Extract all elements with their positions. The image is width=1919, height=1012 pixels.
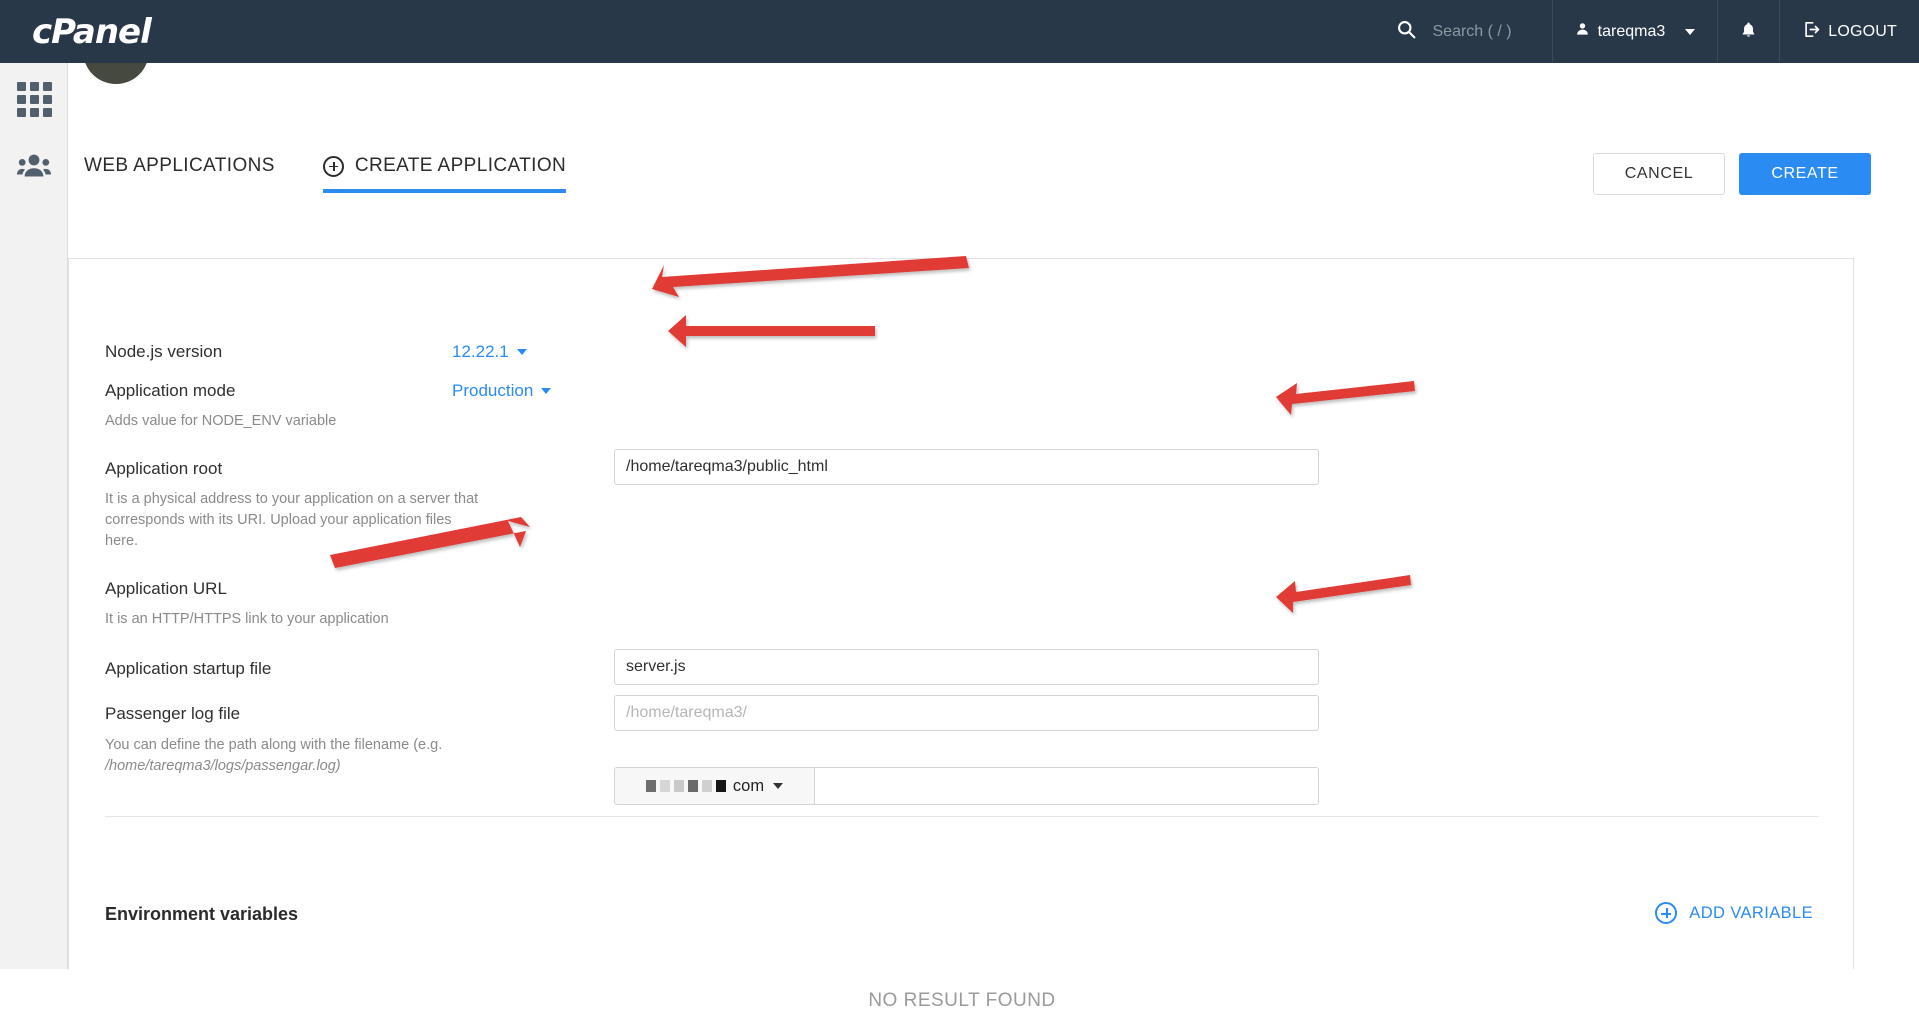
application-url-group: com xyxy=(614,767,1319,805)
no-result-message: NO RESULT FOUND xyxy=(69,990,1855,1012)
sidebar-item-apps[interactable] xyxy=(0,69,68,129)
tab-create-application-label: CREATE APPLICATION xyxy=(355,155,566,177)
user-icon xyxy=(1575,21,1590,42)
bell-icon xyxy=(1740,20,1757,44)
main-content: WEB APPLICATIONS CREATE APPLICATION CANC… xyxy=(68,63,1919,969)
create-application-card: Node.js version 12.22.1 Application mode… xyxy=(68,258,1854,969)
application-url-hint: It is an HTTP/HTTPS link to your applica… xyxy=(105,609,525,630)
logout-button[interactable]: LOGOUT xyxy=(1779,0,1919,63)
application-mode-label: Application mode xyxy=(105,381,235,401)
logout-icon xyxy=(1802,20,1821,44)
grid-apps-icon xyxy=(17,82,52,117)
passenger-log-hint-plain: You can define the path along with the f… xyxy=(105,737,442,753)
application-url-tld: com xyxy=(733,777,764,796)
sidebar-item-users[interactable] xyxy=(0,137,68,197)
left-icon-rail xyxy=(0,63,68,969)
create-button[interactable]: CREATE xyxy=(1739,153,1871,195)
passenger-log-hint-example: /home/tareqma3/logs/passengar.log) xyxy=(105,758,341,774)
application-root-input[interactable] xyxy=(614,449,1319,485)
cancel-button[interactable]: CANCEL xyxy=(1593,153,1725,195)
header-search[interactable]: Search ( / ) xyxy=(1378,0,1552,63)
application-mode-hint: Adds value for NODE_ENV variable xyxy=(105,411,525,432)
redacted-domain-blocks xyxy=(646,780,726,792)
search-icon xyxy=(1396,19,1417,45)
add-variable-button[interactable]: ADD VARIABLE xyxy=(1655,902,1813,924)
passenger-log-input[interactable] xyxy=(614,695,1319,731)
search-placeholder-text: Search ( / ) xyxy=(1433,23,1512,41)
tab-web-applications[interactable]: WEB APPLICATIONS xyxy=(84,155,275,193)
plus-circle-icon xyxy=(1655,902,1677,924)
tab-create-application[interactable]: CREATE APPLICATION xyxy=(323,155,566,193)
application-mode-dropdown[interactable]: Production xyxy=(452,381,551,401)
environment-variables-title: Environment variables xyxy=(105,904,298,925)
cpanel-logo[interactable]: cPanel xyxy=(32,12,151,52)
chevron-down-icon xyxy=(1685,29,1695,35)
application-url-label: Application URL xyxy=(105,579,227,599)
plus-circle-icon xyxy=(323,156,344,177)
section-divider xyxy=(105,816,1819,817)
startup-file-input[interactable] xyxy=(614,649,1319,685)
startup-file-label: Application startup file xyxy=(105,659,271,679)
tab-action-buttons: CANCEL CREATE xyxy=(1593,153,1871,195)
chevron-down-icon xyxy=(541,388,551,394)
node-version-label: Node.js version xyxy=(105,342,222,362)
header-right-group: Search ( / ) tareqma3 xyxy=(1378,0,1919,63)
top-header-bar: cPanel Search ( / ) tareqma3 xyxy=(0,0,1919,63)
passenger-log-label: Passenger log file xyxy=(105,704,240,724)
application-root-label: Application root xyxy=(105,459,222,479)
passenger-log-hint: You can define the path along with the f… xyxy=(105,735,525,777)
chevron-down-icon xyxy=(773,783,783,789)
users-icon xyxy=(17,152,51,183)
active-tab-underline xyxy=(323,189,566,193)
tab-bar: WEB APPLICATIONS CREATE APPLICATION CANC… xyxy=(68,138,1919,210)
notifications-button[interactable] xyxy=(1717,0,1779,63)
application-root-hint: It is a physical address to your applica… xyxy=(105,489,485,552)
node-version-value: 12.22.1 xyxy=(452,342,509,362)
tab-web-applications-label: WEB APPLICATIONS xyxy=(84,155,275,177)
logout-label: LOGOUT xyxy=(1828,23,1897,41)
user-menu[interactable]: tareqma3 xyxy=(1552,0,1718,63)
application-mode-value: Production xyxy=(452,381,533,401)
add-variable-label: ADD VARIABLE xyxy=(1689,904,1813,923)
user-name-label: tareqma3 xyxy=(1598,23,1666,41)
application-url-domain-dropdown[interactable]: com xyxy=(615,768,815,804)
chevron-down-icon xyxy=(517,349,527,355)
node-version-dropdown[interactable]: 12.22.1 xyxy=(452,342,527,362)
application-url-path-input[interactable] xyxy=(815,768,1318,804)
